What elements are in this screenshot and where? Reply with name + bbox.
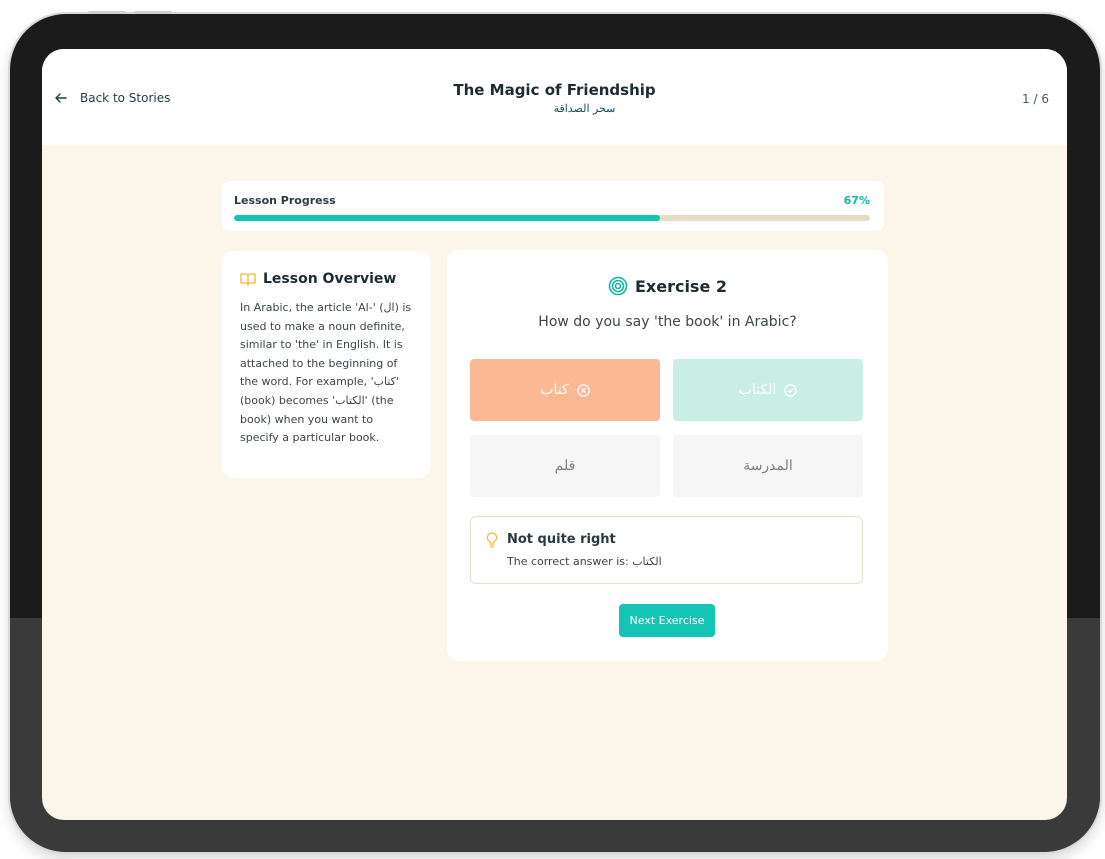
x-circle-icon: [576, 383, 590, 397]
option-label: كتاب: [540, 382, 569, 398]
hardware-button: [134, 11, 172, 14]
next-exercise-button[interactable]: Next Exercise: [619, 604, 715, 637]
feedback-text: The correct answer is: الكتاب: [507, 555, 662, 568]
option-label: الكتاب: [738, 382, 777, 398]
lesson-overview-card: Lesson Overview In Arabic, the article '…: [222, 251, 431, 478]
check-circle-icon: [784, 383, 797, 397]
exercise-card: Exercise 2 How do you say 'the book' in …: [447, 250, 888, 661]
option-label: المدرسة: [743, 458, 793, 474]
lesson-progress-card: Lesson Progress 67%: [222, 181, 884, 231]
feedback-prefix: The correct answer is:: [507, 555, 629, 568]
overview-title: Lesson Overview: [263, 271, 397, 287]
progress-label: Lesson Progress: [234, 194, 336, 207]
overview-text: In Arabic, the article 'Al-' (ال) is use…: [240, 301, 412, 445]
book-open-icon: [240, 273, 256, 286]
progress-fill: [234, 215, 661, 221]
exercise-title: Exercise 2: [634, 276, 728, 296]
feedback-box: Not quite right The correct answer is: ا…: [470, 516, 863, 584]
hardware-button: [88, 11, 126, 14]
story-subtitle-arabic: سحر الصداقة: [553, 102, 616, 115]
lightbulb-icon: [486, 532, 498, 548]
story-title: The Magic of Friendship: [453, 81, 656, 99]
answer-option-correct[interactable]: الكتاب: [673, 359, 863, 421]
feedback-answer: الكتاب: [632, 555, 662, 568]
app-screen: Back to Stories The Magic of Friendship …: [42, 49, 1067, 820]
target-icon: [608, 276, 628, 296]
exercise-question: How do you say 'the book' in Arabic?: [538, 314, 797, 330]
progress-track: [234, 215, 870, 221]
option-label: قلم: [554, 458, 576, 474]
progress-percent: 67%: [843, 194, 870, 207]
answer-option[interactable]: المدرسة: [673, 435, 863, 497]
header: Back to Stories The Magic of Friendship …: [42, 49, 1067, 145]
feedback-title: Not quite right: [507, 532, 616, 547]
answer-option[interactable]: قلم: [470, 435, 660, 497]
answer-option-incorrect[interactable]: كتاب: [470, 359, 660, 421]
page-indicator: 1 / 6: [1022, 92, 1049, 106]
